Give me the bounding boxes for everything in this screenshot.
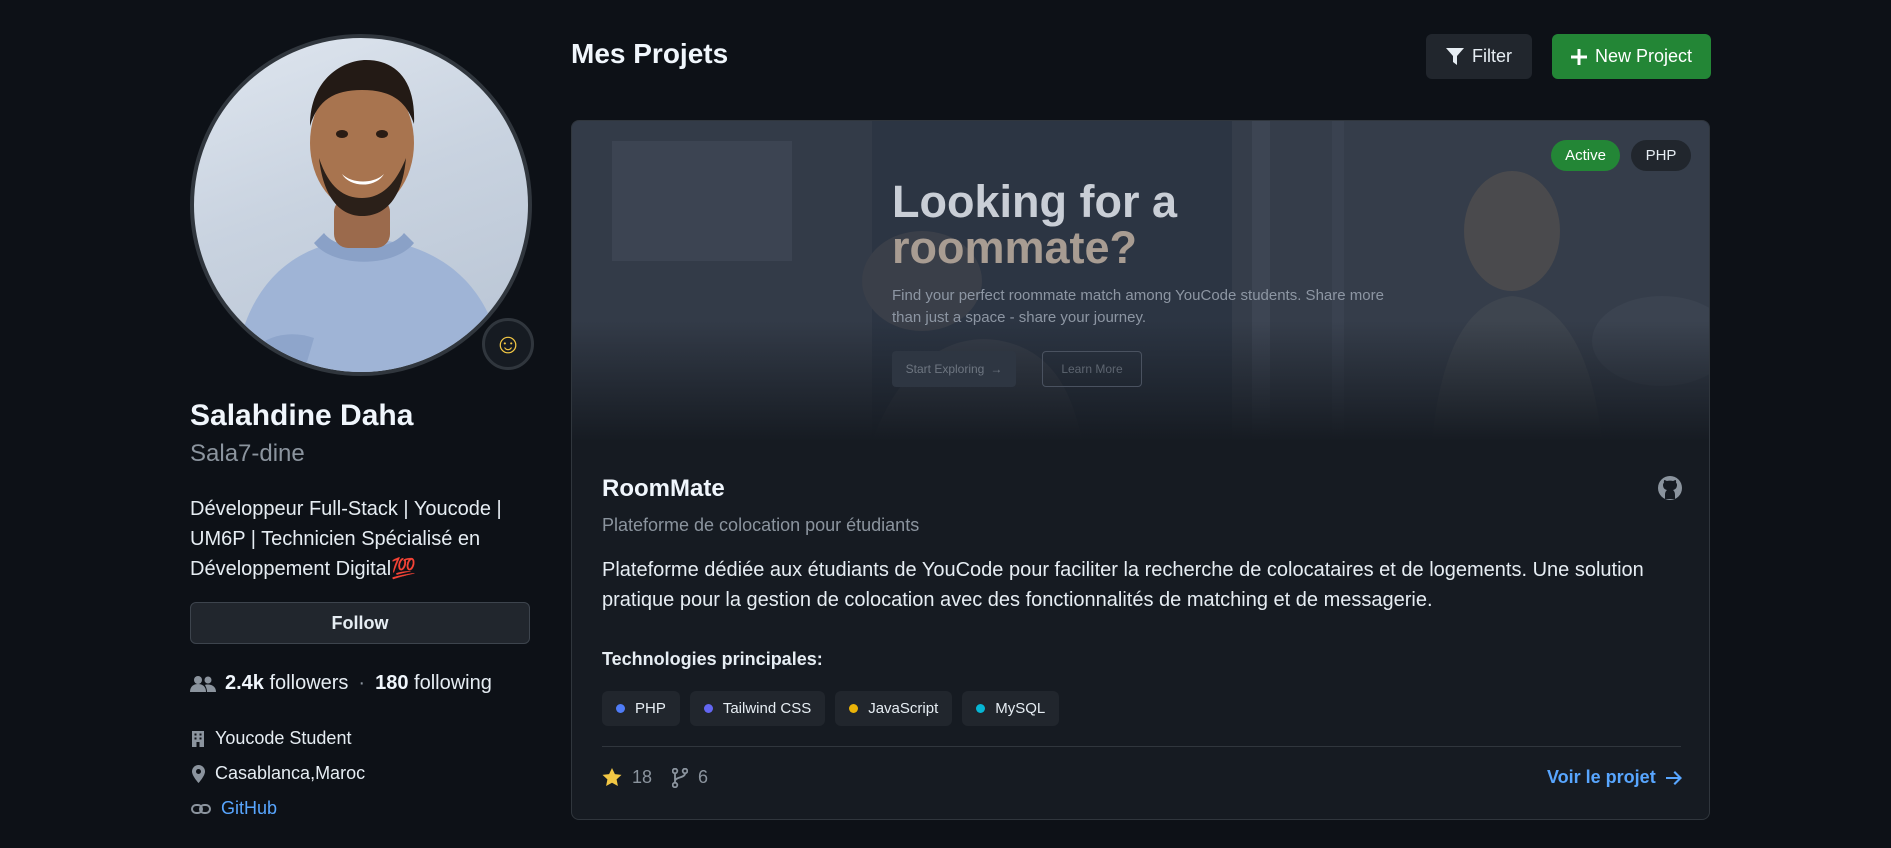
page-title: Mes Projets xyxy=(571,38,729,69)
filter-button[interactable]: Filter xyxy=(1426,34,1532,79)
project-subtitle: Plateforme de colocation pour étudiants xyxy=(602,515,920,535)
card-divider xyxy=(602,746,1681,747)
location-text: Casablanca,Maroc xyxy=(215,763,366,783)
tech-tag-label: MySQL xyxy=(995,700,1046,717)
link-icon xyxy=(190,800,212,818)
building-icon xyxy=(190,730,206,748)
tech-tag-label: JavaScript xyxy=(868,700,939,717)
language-badge: PHP xyxy=(1631,140,1691,171)
project-title[interactable]: RoomMate xyxy=(602,475,725,503)
map-pin-icon xyxy=(190,764,206,783)
new-project-button[interactable]: New Project xyxy=(1552,34,1711,79)
tech-color-dot xyxy=(703,704,713,713)
preview-headline-line2: roommate? xyxy=(892,222,1138,273)
follow-button[interactable]: Follow xyxy=(190,602,530,644)
tech-color-dot xyxy=(616,704,625,713)
forks-count: 6 xyxy=(698,767,709,787)
following-label: following xyxy=(414,672,492,694)
stats-separator: · xyxy=(358,672,366,694)
tech-color-dot xyxy=(849,704,859,713)
organization-row: Youcode Student xyxy=(190,721,532,756)
profile-sidebar: ☺ Salahdine Daha Sala7-dine Développeur … xyxy=(190,34,534,826)
preview-headline-line1: Looking for a xyxy=(892,176,1177,227)
tech-list: PHP Tailwind CSS JavaScript MySQL xyxy=(602,691,1060,726)
following-link[interactable]: 180 following xyxy=(375,672,492,695)
tech-tag-php: PHP xyxy=(602,691,680,726)
new-project-label: New Project xyxy=(1594,46,1693,66)
location-row: Casablanca,Maroc xyxy=(190,756,532,791)
star-icon xyxy=(602,768,622,787)
tech-tag-label: PHP xyxy=(635,700,666,717)
avatar-illustration xyxy=(234,60,504,372)
fork-icon xyxy=(672,767,689,788)
tech-color-dot xyxy=(976,704,986,713)
organization-text: Youcode Student xyxy=(215,728,352,748)
tech-tag-label: Tailwind CSS xyxy=(722,700,812,717)
profile-name: Salahdine Daha xyxy=(190,399,414,432)
project-stats: 18 6 xyxy=(602,767,708,788)
tech-tag-tailwind: Tailwind CSS xyxy=(689,691,826,726)
preview-headline: Looking for a roommate? xyxy=(892,179,1177,271)
project-preview-image[interactable]: Looking for a roommate? Find your perfec… xyxy=(572,121,1709,441)
preview-subtitle: Find your perfect roommate match among Y… xyxy=(892,287,1384,326)
tech-tag-javascript: JavaScript xyxy=(835,691,953,726)
preview-start-button: Start Exploring → xyxy=(892,351,1016,387)
stars-count: 18 xyxy=(632,767,653,787)
view-project-link[interactable]: Voir le projet xyxy=(1547,767,1682,788)
tech-heading: Technologies principales: xyxy=(602,649,823,669)
followers-label: followers xyxy=(269,672,349,694)
status-badge: Active xyxy=(1551,140,1620,171)
follow-stats: 2.4k followers · 180 following xyxy=(190,672,532,695)
preview-learn-button: Learn More xyxy=(1042,351,1142,387)
filter-label: Filter xyxy=(1472,46,1512,66)
profile-username: Sala7-dine xyxy=(190,440,305,467)
preview-start-label: Start Exploring xyxy=(905,362,985,376)
plus-icon xyxy=(1570,48,1587,65)
avatar[interactable] xyxy=(190,34,532,376)
filter-icon xyxy=(1446,48,1464,65)
arrow-right-icon xyxy=(1665,770,1682,785)
link-row: GitHub xyxy=(190,791,532,826)
project-description: Plateforme dédiée aux étudiants de YouCo… xyxy=(602,559,1644,611)
tech-tag-mysql: MySQL xyxy=(962,691,1060,726)
github-icon[interactable] xyxy=(1657,475,1683,501)
followers-count: 2.4k xyxy=(225,672,264,694)
arrow-right-icon: → xyxy=(990,362,1003,376)
project-card: Looking for a roommate? Find your perfec… xyxy=(571,120,1710,820)
view-project-label: Voir le projet xyxy=(1547,767,1656,787)
smiley-icon: ☺ xyxy=(493,328,523,359)
profile-bio: Développeur Full-Stack | Youcode | UM6P … xyxy=(190,498,502,580)
followers-link[interactable]: 2.4k followers xyxy=(225,672,348,695)
following-count: 180 xyxy=(375,672,409,694)
profile-details: Youcode Student Casablanca,Maroc GitHub xyxy=(190,721,532,826)
github-link[interactable]: GitHub xyxy=(221,798,277,819)
status-emoji-badge[interactable]: ☺ xyxy=(482,318,534,370)
people-icon xyxy=(190,675,216,692)
avatar-container: ☺ xyxy=(190,34,534,376)
